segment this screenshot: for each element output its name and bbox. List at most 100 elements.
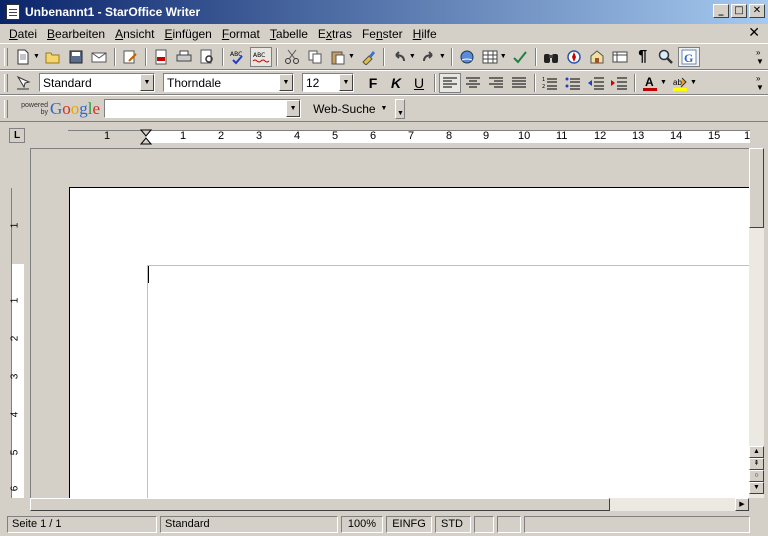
document-app-icon[interactable] xyxy=(6,4,20,20)
toolbar-overflow-icon[interactable]: » ▼ xyxy=(756,47,764,67)
toolbar-grip[interactable] xyxy=(4,99,8,118)
menu-bearbeiten[interactable]: Bearbeiten xyxy=(42,27,110,41)
undo-dropdown-icon[interactable]: ▼ xyxy=(409,53,416,60)
clone-formatting-icon[interactable] xyxy=(357,47,379,67)
menu-format[interactable]: Format xyxy=(217,27,265,41)
spellcheck-icon[interactable]: ABC xyxy=(227,47,249,67)
underline-button[interactable]: U xyxy=(408,73,430,93)
previous-page-icon[interactable]: ⇞ xyxy=(749,458,764,470)
chevron-down-icon[interactable]: ▼ xyxy=(339,74,353,91)
menu-fenster[interactable]: Fenster xyxy=(357,27,408,41)
status-selection-mode[interactable]: STD xyxy=(435,516,471,533)
scroll-right-icon[interactable]: ▶ xyxy=(735,498,749,511)
font-color-icon[interactable]: A xyxy=(639,73,661,93)
page-preview-icon[interactable] xyxy=(196,47,218,67)
bold-button[interactable]: F xyxy=(362,73,384,93)
toolbar-overflow-icon[interactable]: » ▼ xyxy=(756,73,764,93)
close-button[interactable]: ✕ xyxy=(749,4,765,18)
table-icon[interactable] xyxy=(479,47,501,67)
align-center-icon[interactable] xyxy=(462,73,484,93)
data-sources-icon[interactable] xyxy=(609,47,631,67)
document-page[interactable] xyxy=(69,187,749,498)
save-icon[interactable] xyxy=(65,47,87,67)
chevron-down-icon[interactable]: ▼ xyxy=(279,74,293,91)
scroll-up-icon[interactable]: ▲ xyxy=(749,446,764,458)
close-document-icon[interactable]: ✕ xyxy=(748,24,760,41)
minimize-button[interactable]: _ xyxy=(713,4,729,18)
redo-dropdown-icon[interactable]: ▼ xyxy=(439,53,446,60)
menu-ansicht[interactable]: Ansicht xyxy=(110,27,159,41)
increase-indent-icon[interactable] xyxy=(608,73,630,93)
menu-bearbeiten-key: B xyxy=(47,26,56,41)
maximize-button[interactable]: □ xyxy=(731,4,747,18)
status-hyperlink-mode[interactable] xyxy=(474,516,494,533)
autospellcheck-icon[interactable]: ABC xyxy=(249,46,272,67)
stylist-icon[interactable] xyxy=(12,73,34,93)
status-insert-mode[interactable]: EINFG xyxy=(386,516,432,533)
menu-tabelle[interactable]: Tabelle xyxy=(265,27,313,41)
vertical-scrollbar[interactable]: ▲ ⇞ ○ ▼ xyxy=(749,148,764,498)
indent-marker-icon[interactable] xyxy=(140,129,152,145)
new-dropdown-icon[interactable]: ▼ xyxy=(33,53,40,60)
horizontal-scroll-thumb[interactable] xyxy=(30,498,610,511)
toolbar-grip[interactable] xyxy=(4,73,8,92)
menu-hilfe[interactable]: Hilfe xyxy=(408,27,442,41)
menu-datei[interactable]: Datei xyxy=(4,27,42,41)
decrease-indent-icon[interactable] xyxy=(585,73,607,93)
italic-button[interactable]: K xyxy=(385,73,407,93)
google-search-input[interactable]: ▼ xyxy=(104,99,302,118)
horizontal-ruler[interactable]: 1 1 2 3 4 5 6 7 8 9 10 11 12 13 14 15 1 xyxy=(68,127,750,145)
numbering-icon[interactable]: 12 xyxy=(539,73,561,93)
font-color-dropdown-icon[interactable]: ▼ xyxy=(660,79,667,86)
highlighting-dropdown-icon[interactable]: ▼ xyxy=(690,79,697,86)
menu-einfuegen[interactable]: Einfügen xyxy=(159,27,216,41)
align-justify-icon[interactable] xyxy=(508,73,530,93)
status-page-style[interactable]: Standard xyxy=(160,516,338,533)
font-name-select[interactable]: Thorndale ▼ xyxy=(163,73,294,92)
export-pdf-icon[interactable] xyxy=(150,47,172,67)
google-toolbar-overflow-icon[interactable]: ▼ xyxy=(395,98,406,119)
show-draw-functions-icon[interactable] xyxy=(509,47,531,67)
undo-icon[interactable] xyxy=(388,47,410,67)
ruler-number: 14 xyxy=(670,130,683,142)
gallery-icon[interactable] xyxy=(586,47,608,67)
new-document-icon[interactable] xyxy=(12,47,34,67)
email-icon[interactable] xyxy=(88,47,110,67)
google-g-icon[interactable]: G xyxy=(677,46,700,67)
document-view[interactable] xyxy=(30,148,749,498)
align-left-icon[interactable] xyxy=(439,72,461,93)
menu-extras[interactable]: Extras xyxy=(313,27,357,41)
zoom-icon[interactable] xyxy=(655,47,677,67)
web-search-button[interactable]: Web-Suche ▼ xyxy=(313,102,387,116)
tab-stop-selector[interactable]: L xyxy=(9,128,25,143)
edit-file-icon[interactable] xyxy=(119,47,141,67)
open-folder-icon[interactable] xyxy=(42,47,64,67)
find-replace-icon[interactable] xyxy=(540,47,562,67)
navigator-icon[interactable] xyxy=(563,47,585,67)
chevron-down-icon[interactable]: ▼ xyxy=(140,74,154,91)
paste-icon[interactable] xyxy=(327,47,349,67)
copy-icon[interactable] xyxy=(304,47,326,67)
redo-icon[interactable] xyxy=(418,47,440,67)
cut-icon[interactable] xyxy=(281,47,303,67)
print-icon[interactable] xyxy=(173,47,195,67)
toolbar-grip[interactable] xyxy=(4,47,8,66)
horizontal-scrollbar[interactable]: ▶ xyxy=(30,498,749,511)
vertical-ruler[interactable]: 1 1 2 3 4 5 6 xyxy=(8,188,26,498)
navigation-icon[interactable]: ○ xyxy=(749,470,764,482)
bullets-icon[interactable] xyxy=(562,73,584,93)
highlighting-icon[interactable]: ab xyxy=(669,73,691,93)
chevron-down-icon[interactable]: ▼ xyxy=(286,100,301,117)
formatting-marks-icon[interactable]: ¶ xyxy=(632,47,654,67)
web-search-dropdown-icon[interactable]: ▼ xyxy=(381,105,388,112)
align-right-icon[interactable] xyxy=(485,73,507,93)
status-zoom[interactable]: 100% xyxy=(341,516,383,533)
paste-dropdown-icon[interactable]: ▼ xyxy=(348,53,355,60)
table-dropdown-icon[interactable]: ▼ xyxy=(500,53,507,60)
font-size-select[interactable]: 12 ▼ xyxy=(302,73,354,92)
next-page-icon[interactable]: ▼ xyxy=(749,482,764,494)
paragraph-style-select[interactable]: Standard ▼ xyxy=(39,73,155,92)
hyperlink-icon[interactable] xyxy=(456,47,478,67)
toolbar-separator xyxy=(382,47,385,66)
vertical-scroll-thumb[interactable] xyxy=(749,148,764,228)
